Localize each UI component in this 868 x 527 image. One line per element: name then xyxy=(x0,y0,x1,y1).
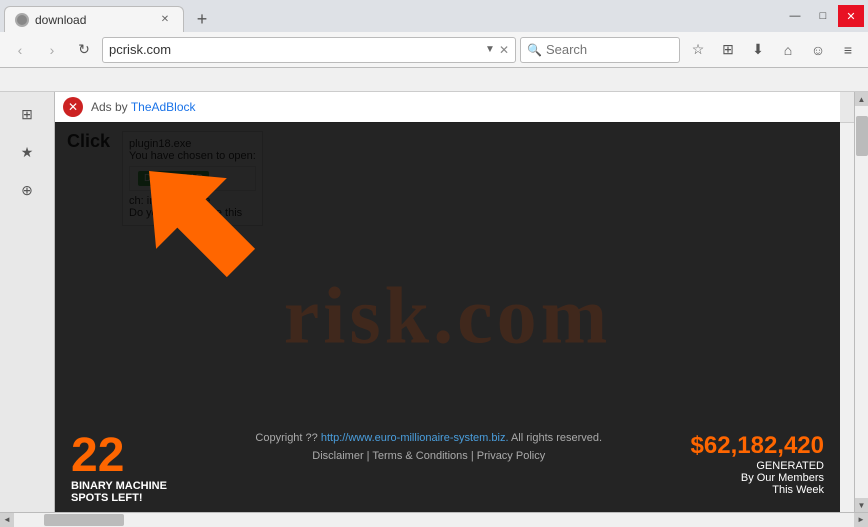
footer-links: Disclaimer | Terms & Conditions | Privac… xyxy=(187,450,671,462)
title-bar: download ✕ + — □ ✕ xyxy=(0,0,868,32)
sidebar-bookmarks-icon[interactable]: ★ xyxy=(9,134,45,170)
close-button[interactable]: ✕ xyxy=(838,5,864,27)
vertical-scrollbar: ▲ ▼ xyxy=(854,92,868,512)
copyright-link[interactable]: http://www.euro-millionaire-system.biz. xyxy=(321,432,509,444)
h-scroll-track[interactable] xyxy=(14,513,854,527)
ad-advertiser-link[interactable]: TheAdBlock xyxy=(131,100,196,114)
by-members-label: By Our Members xyxy=(691,472,824,484)
scroll-left-button[interactable]: ◄ xyxy=(0,513,14,527)
browser-content: ⊞ ★ ⊕ Video Update Recommended ▲ Click p… xyxy=(0,92,868,512)
minimize-button[interactable]: — xyxy=(782,5,808,27)
toolbar-icons: ☆ ⊞ ⬇ ⌂ ☺ ≡ xyxy=(684,36,862,64)
tab-favicon xyxy=(15,13,29,27)
bookmark-icon[interactable]: ☆ xyxy=(684,36,712,64)
privacy-link[interactable]: Privacy Policy xyxy=(477,450,545,462)
ad-bottom-section: 22 BINARY MACHINE SPOTS LEFT! Copyright … xyxy=(55,424,840,512)
money-amount: $62,182,420 xyxy=(691,432,824,460)
sidebar-apps-icon[interactable]: ⊞ xyxy=(9,96,45,132)
ad-close-button[interactable]: ✕ xyxy=(63,97,83,117)
browser-chrome: download ✕ + — □ ✕ ‹ › ↻ ▼ ✕ 🔍 ☆ ⊞ ⬇ ⌂ xyxy=(0,0,868,92)
ad-popup-header: ✕ Ads by TheAdBlock xyxy=(55,92,840,122)
sidebar-extensions-icon[interactable]: ⊕ xyxy=(9,172,45,208)
disclaimer-link[interactable]: Disclaimer xyxy=(312,450,363,462)
address-bar-container: ▼ ✕ xyxy=(102,37,516,63)
ad-center-text: Copyright ?? http://www.euro-millionaire… xyxy=(167,432,691,462)
address-dropdown-icon[interactable]: ▼ xyxy=(485,44,495,55)
search-icon: 🔍 xyxy=(527,43,542,57)
scroll-up-button[interactable]: ▲ xyxy=(855,92,868,106)
scroll-thumb[interactable] xyxy=(856,116,868,156)
horizontal-scrollbar: ◄ ► xyxy=(0,512,868,526)
terms-link[interactable]: Terms & Conditions xyxy=(372,450,467,462)
active-tab[interactable]: download ✕ xyxy=(4,6,184,32)
address-bar-input[interactable] xyxy=(109,42,481,57)
address-clear-button[interactable]: ✕ xyxy=(499,43,509,57)
ad-right-stats: $62,182,420 GENERATED By Our Members Thi… xyxy=(691,432,824,496)
tab-bar: download ✕ + xyxy=(4,0,782,32)
tab-title: download xyxy=(35,13,86,27)
search-input[interactable] xyxy=(546,42,673,57)
home-icon[interactable]: ⌂ xyxy=(774,36,802,64)
menu-icon[interactable]: ≡ xyxy=(834,36,862,64)
new-tab-button[interactable]: + xyxy=(188,6,216,32)
bookmarks-bar xyxy=(0,68,868,92)
spots-number: 22 xyxy=(71,432,167,480)
generated-label: GENERATED xyxy=(691,460,824,472)
spots-label-line2: SPOTS LEFT! xyxy=(71,492,167,504)
scroll-right-button[interactable]: ► xyxy=(854,513,868,527)
h-scroll-thumb[interactable] xyxy=(44,514,124,526)
watermark-text: risk.com xyxy=(284,272,612,363)
window-controls: — □ ✕ xyxy=(782,5,864,27)
arrow-graphic xyxy=(115,142,255,272)
profile-icon[interactable]: ☺ xyxy=(804,36,832,64)
spots-label-line1: BINARY MACHINE xyxy=(71,480,167,492)
download-icon[interactable]: ⬇ xyxy=(744,36,772,64)
scroll-down-button[interactable]: ▼ xyxy=(855,498,868,512)
forward-button[interactable]: › xyxy=(38,36,66,64)
navigation-bar: ‹ › ↻ ▼ ✕ 🔍 ☆ ⊞ ⬇ ⌂ ☺ ≡ xyxy=(0,32,868,68)
ad-content: risk.com 22 xyxy=(55,122,840,512)
back-button[interactable]: ‹ xyxy=(6,36,34,64)
search-bar-container: 🔍 xyxy=(520,37,680,63)
sidebar: ⊞ ★ ⊕ xyxy=(0,92,55,512)
page-content: Video Update Recommended ▲ Click plugin1… xyxy=(55,92,854,512)
ad-popup: ✕ Ads by TheAdBlock risk.com xyxy=(55,92,840,512)
history-icon[interactable]: ⊞ xyxy=(714,36,742,64)
refresh-button[interactable]: ↻ xyxy=(70,36,98,64)
maximize-button[interactable]: □ xyxy=(810,5,836,27)
scroll-track[interactable] xyxy=(855,106,868,498)
this-week-label: This Week xyxy=(691,484,824,496)
ad-label: Ads by TheAdBlock xyxy=(91,100,196,114)
copyright-text: Copyright ?? http://www.euro-millionaire… xyxy=(187,432,671,444)
ad-left-stats: 22 BINARY MACHINE SPOTS LEFT! xyxy=(71,432,167,504)
tab-close-button[interactable]: ✕ xyxy=(157,12,173,28)
